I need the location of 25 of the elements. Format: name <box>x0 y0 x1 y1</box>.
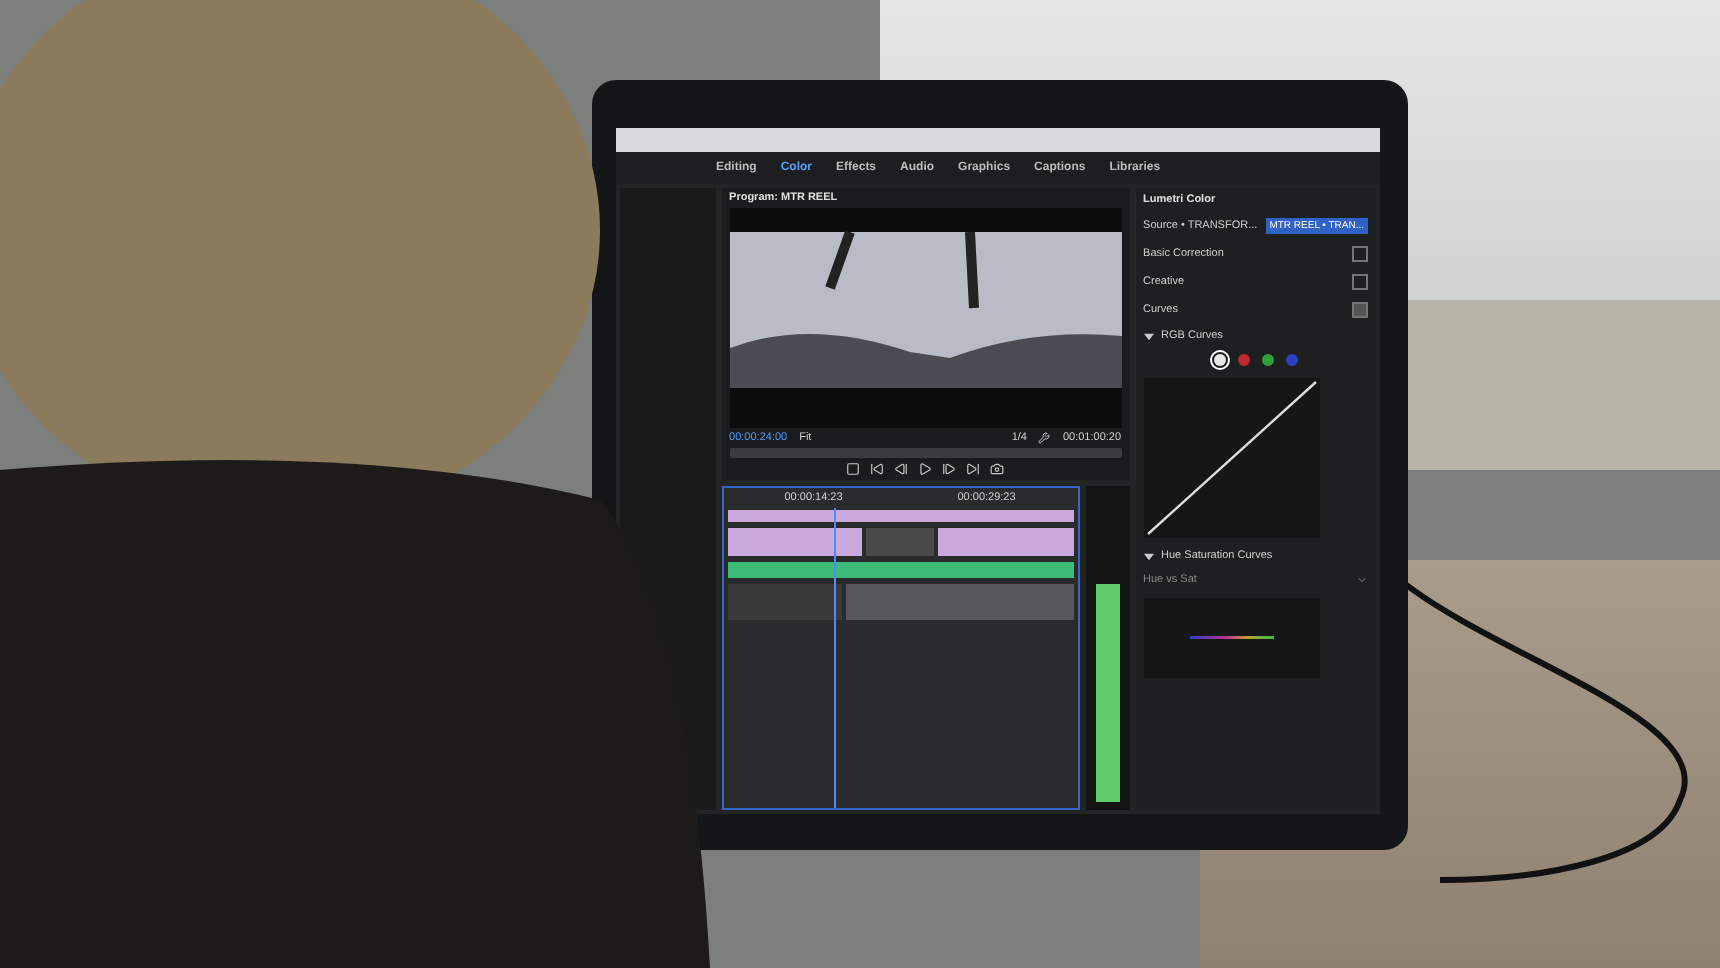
settings-icon[interactable] <box>1038 432 1051 444</box>
video-clip[interactable] <box>727 510 1074 522</box>
audio-clip[interactable] <box>727 562 1074 578</box>
audio-clip[interactable] <box>727 584 842 620</box>
section-toggle[interactable] <box>1352 274 1368 290</box>
audio-clip[interactable] <box>845 584 1074 620</box>
chevron-icon <box>1356 574 1368 586</box>
step-forward-icon[interactable] <box>942 462 957 476</box>
stop-icon[interactable] <box>846 462 861 476</box>
disclosure-triangle-icon[interactable] <box>1143 331 1154 341</box>
play-icon[interactable] <box>918 462 933 476</box>
go-to-in-icon[interactable] <box>870 462 885 476</box>
channel-dot[interactable] <box>1237 354 1250 366</box>
video-clip[interactable] <box>866 528 934 556</box>
video-clip[interactable] <box>937 528 1074 556</box>
camera-icon[interactable] <box>990 462 1005 476</box>
section-toggle[interactable] <box>1352 246 1368 262</box>
channel-dot[interactable] <box>1213 354 1226 366</box>
video-clip[interactable] <box>727 528 863 556</box>
channel-dot[interactable] <box>1285 354 1298 366</box>
disclosure-triangle-icon[interactable] <box>1143 551 1154 561</box>
step-back-icon[interactable] <box>894 462 909 476</box>
channel-dot[interactable] <box>1261 354 1274 366</box>
section-toggle[interactable] <box>1352 302 1368 318</box>
go-to-out-icon[interactable] <box>966 462 981 476</box>
